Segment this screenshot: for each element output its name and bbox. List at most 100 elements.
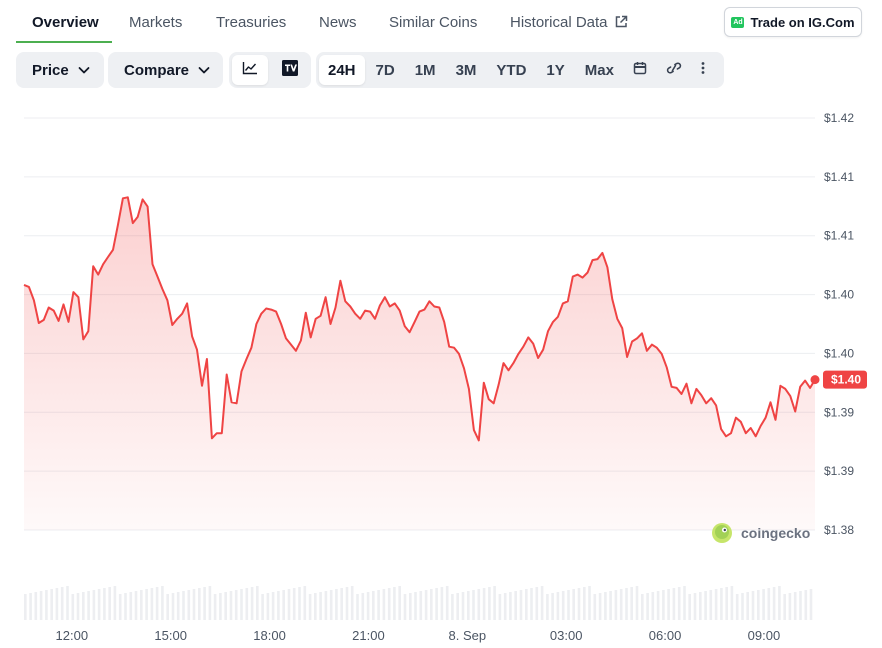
volume-bar <box>651 592 655 620</box>
x-tick-label: 06:00 <box>649 628 682 643</box>
volume-bar <box>783 594 786 620</box>
volume-bar <box>287 589 291 620</box>
volume-bar <box>261 594 264 620</box>
volume-bar <box>329 590 333 620</box>
volume-bar <box>604 592 607 620</box>
volume-bar <box>387 588 391 620</box>
volume-bar <box>730 586 734 620</box>
volume-bar <box>350 586 354 620</box>
volume-bar <box>751 591 755 620</box>
volume-bar <box>208 586 212 620</box>
volume-bar <box>667 589 670 620</box>
chart-toolbar: Price Compare 24H 7D 1M 3M YTD 1Y Max <box>0 52 882 90</box>
volume-bar <box>509 592 512 620</box>
volume-bar <box>55 588 59 620</box>
trade-on-ig-button[interactable]: Ad Trade on IG.Com <box>724 7 862 37</box>
volume-bar <box>793 592 797 620</box>
volume-bar <box>609 591 612 620</box>
compare-dropdown-label: Compare <box>124 61 190 79</box>
tab-similar-coins[interactable]: Similar Coins <box>389 14 477 31</box>
ad-badge: Ad <box>731 16 745 28</box>
line-chart-icon <box>242 61 258 80</box>
tab-news[interactable]: News <box>319 14 357 31</box>
volume-bar <box>335 589 338 620</box>
y-tick-label: $1.40 <box>824 288 854 302</box>
volume-bar <box>445 586 449 620</box>
trade-on-ig-label: Trade on IG.Com <box>750 14 855 30</box>
volume-bar <box>546 594 549 620</box>
volume-bar <box>683 586 686 620</box>
range-7d-button[interactable]: 7D <box>367 55 404 85</box>
compare-dropdown[interactable]: Compare <box>108 52 223 88</box>
more-options-button[interactable] <box>693 55 713 85</box>
volume-bar <box>498 594 502 620</box>
volume-bar <box>145 589 148 620</box>
range-1y-button[interactable]: 1Y <box>537 55 573 85</box>
range-1m-button[interactable]: 1M <box>406 55 445 85</box>
volume-bar <box>319 592 322 620</box>
volume-bar <box>646 593 649 620</box>
volume-bar <box>34 592 38 620</box>
more-vertical-icon <box>701 61 705 79</box>
price-dropdown[interactable]: Price <box>16 52 104 88</box>
link-icon <box>665 61 683 79</box>
volume-bar <box>535 587 539 620</box>
volume-bar <box>229 591 233 620</box>
volume-bar <box>757 590 760 620</box>
volume-bar <box>266 593 270 620</box>
volume-bar <box>345 587 349 620</box>
line-chart-button[interactable] <box>232 55 268 85</box>
volume-bar <box>693 593 697 620</box>
calendar-button[interactable] <box>625 55 655 85</box>
volume-bar <box>198 588 201 620</box>
volume-bar <box>435 588 438 620</box>
chart-type-toggle <box>229 52 311 88</box>
volume-bar <box>324 591 328 620</box>
volume-bar <box>467 591 470 620</box>
volume-bar <box>161 586 164 620</box>
volume-bar <box>203 587 206 620</box>
calendar-icon <box>633 61 647 79</box>
range-3m-button[interactable]: 3M <box>447 55 486 85</box>
volume-bar <box>92 590 96 620</box>
volume-bar <box>292 588 296 620</box>
volume-bar <box>171 593 175 620</box>
volume-bar <box>234 590 238 620</box>
range-ytd-button[interactable]: YTD <box>487 55 535 85</box>
volume-bar <box>588 586 591 620</box>
volume-bar <box>308 594 312 620</box>
volume-bar <box>372 591 375 620</box>
volume-bar <box>598 593 602 620</box>
volume-bar <box>788 593 792 620</box>
tab-historical-data[interactable]: Historical Data <box>510 14 628 33</box>
volume-bar <box>66 586 69 620</box>
volume-bar <box>118 594 122 620</box>
range-max-button[interactable]: Max <box>576 55 623 85</box>
chevron-down-icon <box>197 63 211 77</box>
volume-bar <box>641 594 644 620</box>
coingecko-logo-icon <box>712 523 732 543</box>
range-24h-button[interactable]: 24H <box>319 55 365 85</box>
tab-markets[interactable]: Markets <box>129 14 182 31</box>
volume-bar <box>224 592 227 620</box>
volume-bar <box>298 587 301 620</box>
volume-bar <box>699 592 702 620</box>
volume-bar <box>503 593 507 620</box>
tab-overview[interactable]: Overview <box>32 14 99 31</box>
share-link-button[interactable] <box>657 55 691 85</box>
volume-bar <box>619 589 623 620</box>
volume-bar <box>45 590 48 620</box>
y-axis-labels: $1.42 $1.41 $1.41 $1.40 $1.40 $1.39 $1.39 $1.38 <box>824 111 854 537</box>
volume-bar <box>277 591 280 620</box>
tradingview-button[interactable] <box>272 55 308 85</box>
volume-bar <box>129 592 133 620</box>
volume-bar <box>213 594 217 620</box>
volume-bar <box>714 589 718 620</box>
x-axis-labels: 12:00 15:00 18:00 21:00 8. Sep 03:00 06:00 09:0… <box>56 628 781 643</box>
volume-bar <box>741 593 744 620</box>
volume-bar <box>219 593 222 620</box>
price-chart[interactable]: $1.42 $1.41 $1.41 $1.40 $1.40 $1.39 $1.39 $1.38… <box>0 100 882 648</box>
tab-treasuries[interactable]: Treasuries <box>216 14 286 31</box>
volume-bar <box>403 594 407 620</box>
price-area-fill <box>24 197 815 531</box>
